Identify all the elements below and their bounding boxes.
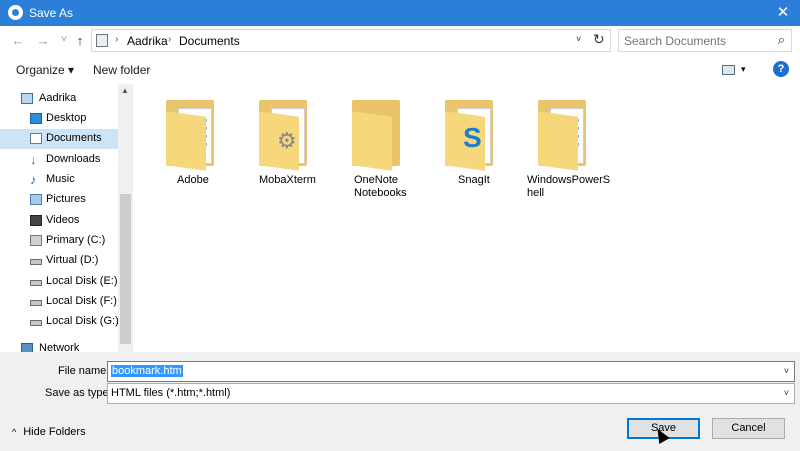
save-as-type-select[interactable]: HTML files (*.htm;*.html) ˅: [107, 383, 795, 404]
view-options-icon[interactable]: [722, 65, 735, 75]
folder-label: MobaXterm: [259, 174, 316, 186]
nav-item-label: Videos: [46, 214, 80, 226]
nav-scrollbar[interactable]: ▲: [118, 84, 132, 352]
refresh-icon[interactable]: ↻: [593, 31, 605, 48]
back-arrow-icon[interactable]: ←: [10, 33, 26, 48]
address-dropdown-icon[interactable]: ˅: [576, 34, 581, 44]
nav-item-label: Documents: [46, 132, 102, 144]
recent-locations-icon[interactable]: ˅: [56, 34, 72, 45]
chevron-down-icon[interactable]: ˅: [784, 388, 789, 398]
documents-icon: [30, 133, 42, 144]
drive-icon: [30, 259, 42, 265]
file-name-value: bookmark.htm: [111, 365, 183, 377]
nav-item-music[interactable]: ♪ Music: [0, 170, 118, 190]
navigation-bar: ← → ˅ ↑ › Aadrika › Documents ˅ ↻ ⌕: [0, 26, 800, 56]
nav-item-videos[interactable]: Videos: [0, 211, 118, 231]
save-as-type-value: HTML files (*.htm;*.html): [111, 387, 231, 399]
folder-icon: [538, 100, 588, 171]
nav-item-label: Desktop: [46, 112, 87, 124]
nav-item-network[interactable]: Network: [0, 339, 118, 352]
nav-item-pictures[interactable]: Pictures: [0, 190, 118, 210]
nav-item-label: Local Disk (E:): [46, 275, 118, 287]
system-drive-icon: [30, 235, 42, 246]
nav-item-label: Music: [46, 173, 75, 185]
hide-folders-button[interactable]: ^ Hide Folders: [12, 426, 86, 438]
hide-folders-label: Hide Folders: [23, 426, 86, 438]
nav-item-label: Virtual (D:): [46, 254, 99, 266]
folder-label: WindowsPowerS hell: [527, 174, 611, 199]
computer-icon: [21, 93, 33, 104]
nav-item-label: Local Disk (G:): [46, 315, 119, 327]
folder-icon: ⚙: [259, 100, 309, 171]
breadcrumb-documents[interactable]: Documents: [179, 34, 240, 48]
folder-icon: [166, 100, 216, 171]
nav-item-local-disk-f[interactable]: Local Disk (F:): [0, 292, 118, 312]
help-icon[interactable]: ?: [773, 61, 789, 77]
nav-item-local-disk-g[interactable]: Local Disk (G:): [0, 312, 119, 332]
save-form: File name: bookmark.htm ˅ Save as type: …: [0, 352, 800, 451]
folder-item-adobe[interactable]: Adobe: [144, 96, 236, 206]
view-dropdown-icon[interactable]: ▾: [741, 64, 746, 75]
folder-item-mobaxterm[interactable]: ⚙ MobaXterm: [237, 96, 329, 206]
command-bar: Organize ▾ New folder ▾ ?: [0, 56, 800, 84]
drive-icon: [30, 280, 42, 286]
downloads-icon: ↓: [30, 152, 37, 167]
nav-item-label: Pictures: [46, 193, 86, 205]
folder-item-windowspowershell[interactable]: WindowsPowerS hell: [516, 96, 611, 206]
pictures-icon: [30, 194, 42, 205]
nav-item-label: Local Disk (F:): [46, 295, 117, 307]
music-icon: ♪: [30, 172, 37, 187]
scroll-up-icon[interactable]: ▲: [121, 86, 129, 95]
desktop-icon: [30, 113, 42, 124]
file-list: Adobe ⚙ MobaXterm OneNote Notebooks S Sn…: [134, 84, 800, 352]
chevron-down-icon[interactable]: ˅: [784, 366, 789, 376]
folder-icon: S: [445, 100, 495, 171]
chevron-up-icon: ^: [12, 427, 17, 437]
nav-item-documents[interactable]: Documents: [0, 129, 118, 149]
search-box: ⌕: [618, 29, 792, 52]
folder-icon: [352, 100, 402, 171]
videos-icon: [30, 215, 42, 226]
save-as-type-label: Save as type:: [45, 387, 112, 399]
nav-item-label: Aadrika: [39, 92, 77, 104]
navigation-pane: Aadrika Desktop Documents ↓ Downloads ♪ …: [0, 84, 133, 352]
search-input[interactable]: [624, 33, 764, 48]
window-title: Save As: [29, 6, 74, 20]
title-bar: Save As ✕: [0, 0, 800, 26]
nav-item-primary-c[interactable]: Primary (C:): [0, 231, 118, 251]
app-icon: [8, 5, 23, 20]
search-icon[interactable]: ⌕: [778, 32, 785, 48]
forward-arrow-icon[interactable]: →: [35, 33, 51, 48]
close-icon[interactable]: ✕: [766, 0, 800, 26]
new-folder-button[interactable]: New folder: [93, 63, 150, 77]
snagit-logo-icon: S: [463, 122, 482, 153]
breadcrumb-separator-icon: ›: [115, 34, 119, 45]
address-bar[interactable]: › Aadrika › Documents ˅ ↻: [91, 29, 611, 52]
nav-item-desktop[interactable]: Desktop: [0, 109, 118, 129]
nav-item-aadrika[interactable]: Aadrika: [0, 89, 118, 109]
nav-item-virtual-d[interactable]: Virtual (D:): [0, 251, 118, 271]
breadcrumb-separator-icon: ›: [168, 34, 172, 45]
breadcrumb-aadrika[interactable]: Aadrika: [127, 34, 168, 48]
cancel-button[interactable]: Cancel: [712, 418, 785, 439]
drive-icon: [30, 320, 42, 326]
gear-icon: ⚙: [277, 128, 297, 153]
nav-item-downloads[interactable]: ↓ Downloads: [0, 150, 118, 170]
up-arrow-icon[interactable]: ↑: [72, 33, 88, 48]
file-name-label: File name:: [58, 365, 110, 377]
nav-item-label: Primary (C:): [46, 234, 106, 246]
nav-item-label: Downloads: [46, 153, 101, 165]
nav-item-local-disk-e[interactable]: Local Disk (E:): [0, 272, 118, 292]
nav-item-label: Network: [39, 342, 80, 352]
folder-label: OneNote Notebooks: [354, 174, 407, 199]
scrollbar-thumb[interactable]: [120, 194, 131, 344]
network-icon: [21, 343, 33, 352]
folder-item-onenote-notebooks[interactable]: OneNote Notebooks: [330, 96, 422, 206]
organize-button[interactable]: Organize ▾: [16, 63, 74, 77]
folder-item-snagit[interactable]: S SnagIt: [423, 96, 515, 206]
location-icon: [96, 34, 108, 47]
file-name-field[interactable]: bookmark.htm ˅: [107, 361, 795, 382]
drive-icon: [30, 300, 42, 306]
